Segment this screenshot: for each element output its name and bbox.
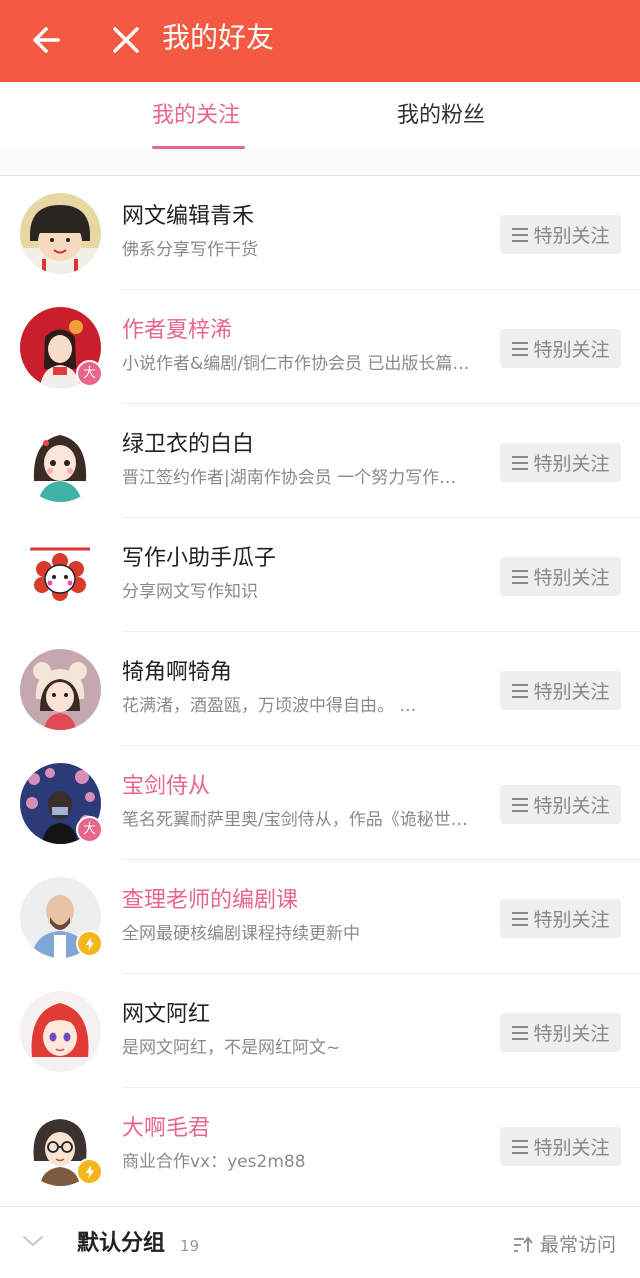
menu-lines-icon bbox=[512, 797, 529, 812]
menu-lines-icon bbox=[512, 1025, 529, 1040]
avatar[interactable] bbox=[20, 535, 101, 616]
special-follow-label: 特别关注 bbox=[533, 909, 610, 931]
menu-lines-icon bbox=[512, 341, 529, 356]
friend-name[interactable]: 写作小助手瓜子 bbox=[122, 544, 276, 574]
group-count: 19 bbox=[180, 1237, 200, 1255]
tab-following[interactable]: 我的关注 bbox=[152, 100, 240, 132]
special-follow-button[interactable]: 特别关注 bbox=[500, 215, 621, 254]
list-item[interactable]: 查理老师的编剧课 全网最硬核编剧课程持续更新中 特别关注 bbox=[0, 860, 640, 974]
list-item[interactable]: 大啊毛君 商业合作vx：yes2m88 特别关注 bbox=[0, 1088, 640, 1202]
special-follow-button[interactable]: 特别关注 bbox=[500, 443, 621, 482]
friend-name[interactable]: 网文阿红 bbox=[122, 1000, 210, 1030]
special-follow-button[interactable]: 特别关注 bbox=[500, 1013, 621, 1052]
friend-list: 网文编辑青禾 佛系分享写作干货 特别关注 大 作者夏梓浠 小说作者&编剧/铜仁市… bbox=[0, 176, 640, 1202]
avatar[interactable] bbox=[20, 991, 101, 1072]
menu-lines-icon bbox=[512, 1139, 529, 1154]
friend-bio: 全网最硬核编剧课程持续更新中 bbox=[122, 924, 360, 944]
menu-lines-icon bbox=[512, 569, 529, 584]
list-item[interactable]: 网文阿红 是网文阿红，不是网红阿文~ 特别关注 bbox=[0, 974, 640, 1088]
avatar[interactable] bbox=[20, 193, 101, 274]
sort-button[interactable]: 最常访问 bbox=[540, 1231, 616, 1259]
chevron-down-icon[interactable] bbox=[22, 1234, 44, 1248]
section-divider bbox=[0, 149, 640, 176]
special-follow-button[interactable]: 特别关注 bbox=[500, 671, 621, 710]
special-follow-label: 特别关注 bbox=[533, 1137, 610, 1159]
menu-lines-icon bbox=[512, 455, 529, 470]
special-follow-label: 特别关注 bbox=[533, 567, 610, 589]
friend-name[interactable]: 作者夏梓浠 bbox=[122, 316, 232, 346]
top-bar: 我的好友 bbox=[0, 0, 640, 82]
special-follow-label: 特别关注 bbox=[533, 795, 610, 817]
special-follow-button[interactable]: 特别关注 bbox=[500, 329, 621, 368]
friend-bio: 小说作者&编剧/铜仁市作协会员 已出版长篇小说 bbox=[122, 354, 472, 374]
avatar[interactable] bbox=[20, 649, 101, 730]
arrow-left-icon[interactable] bbox=[28, 20, 68, 60]
special-follow-label: 特别关注 bbox=[533, 681, 610, 703]
friend-bio: 佛系分享写作干货 bbox=[122, 240, 258, 260]
close-icon[interactable] bbox=[106, 20, 146, 60]
lightning-badge-icon bbox=[76, 930, 103, 957]
list-item[interactable]: 网文编辑青禾 佛系分享写作干货 特别关注 bbox=[0, 176, 640, 290]
special-follow-label: 特别关注 bbox=[533, 453, 610, 475]
special-follow-label: 特别关注 bbox=[533, 225, 610, 247]
special-follow-button[interactable]: 特别关注 bbox=[500, 785, 621, 824]
friend-bio: 花满渚，酒盈瓯，万顷波中得自由。 … bbox=[122, 696, 417, 716]
menu-lines-icon bbox=[512, 911, 529, 926]
lightning-badge-icon bbox=[76, 1158, 103, 1185]
special-follow-button[interactable]: 特别关注 bbox=[500, 1127, 621, 1166]
friend-bio: 晋江签约作者|湖南作协会员 一个努力写作的人 bbox=[122, 468, 472, 488]
page-title: 我的好友 bbox=[162, 21, 275, 54]
list-item[interactable]: 写作小助手瓜子 分享网文写作知识 特别关注 bbox=[0, 518, 640, 632]
friend-name[interactable]: 宝剑侍从 bbox=[122, 772, 210, 802]
list-item[interactable]: 大 宝剑侍从 笔名死翼耐萨里奥/宝剑侍从，作品《诡秘世界》 特别关注 bbox=[0, 746, 640, 860]
list-item[interactable]: 绿卫衣的白白 晋江签约作者|湖南作协会员 一个努力写作的人 特别关注 bbox=[0, 404, 640, 518]
list-item[interactable]: 犄角啊犄角 花满渚，酒盈瓯，万顷波中得自由。 … 特别关注 bbox=[0, 632, 640, 746]
friend-bio: 笔名死翼耐萨里奥/宝剑侍从，作品《诡秘世界》 bbox=[122, 810, 472, 830]
friend-bio: 分享网文写作知识 bbox=[122, 582, 258, 602]
verified-badge: 大 bbox=[76, 816, 103, 843]
friend-bio: 商业合作vx：yes2m88 bbox=[122, 1152, 306, 1172]
list-item[interactable]: 大 作者夏梓浠 小说作者&编剧/铜仁市作协会员 已出版长篇小说 特别关注 bbox=[0, 290, 640, 404]
special-follow-button[interactable]: 特别关注 bbox=[500, 899, 621, 938]
tab-bar: 我的关注 我的粉丝 bbox=[0, 82, 640, 150]
verified-badge: 大 bbox=[76, 360, 103, 387]
friend-name[interactable]: 绿卫衣的白白 bbox=[122, 430, 254, 460]
friend-name[interactable]: 犄角啊犄角 bbox=[122, 658, 232, 688]
menu-lines-icon bbox=[512, 683, 529, 698]
tab-fans[interactable]: 我的粉丝 bbox=[397, 100, 485, 132]
special-follow-label: 特别关注 bbox=[533, 1023, 610, 1045]
friend-bio: 是网文阿红，不是网红阿文~ bbox=[122, 1038, 341, 1058]
group-name[interactable]: 默认分组 bbox=[77, 1229, 165, 1259]
special-follow-label: 特别关注 bbox=[533, 339, 610, 361]
friend-name[interactable]: 大啊毛君 bbox=[122, 1114, 210, 1144]
friend-name[interactable]: 网文编辑青禾 bbox=[122, 202, 254, 232]
sort-icon[interactable] bbox=[513, 1236, 533, 1254]
friend-name[interactable]: 查理老师的编剧课 bbox=[122, 886, 298, 916]
menu-lines-icon bbox=[512, 227, 529, 242]
special-follow-button[interactable]: 特别关注 bbox=[500, 557, 621, 596]
avatar[interactable] bbox=[20, 421, 101, 502]
group-bar: 默认分组 19 最常访问 bbox=[0, 1206, 640, 1278]
